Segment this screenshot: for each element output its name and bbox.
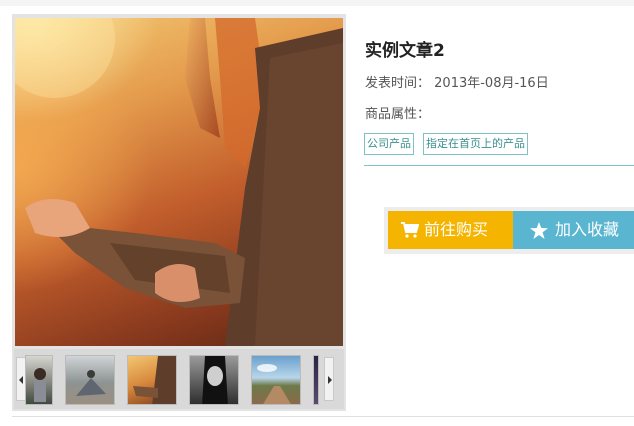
- thumbnail-next-button[interactable]: [324, 357, 334, 401]
- top-strip: [0, 0, 634, 6]
- tag-company-product[interactable]: 公司产品: [364, 133, 414, 155]
- add-favorite-label: 加入收藏: [555, 220, 620, 239]
- add-favorite-button[interactable]: 加入收藏: [513, 211, 634, 249]
- chevron-left-icon: [19, 376, 23, 384]
- thumbnail-1[interactable]: [25, 355, 53, 405]
- bottom-divider: [12, 416, 634, 417]
- cart-icon: [401, 222, 419, 238]
- thumbnail-6[interactable]: [313, 355, 319, 405]
- publish-date: 发表时间： 2013年-08月-16日: [365, 72, 549, 91]
- buy-button-label: 前往购买: [424, 220, 489, 239]
- thumbnail-2[interactable]: [65, 355, 115, 405]
- product-attributes-label: 商品属性：: [365, 107, 431, 122]
- thumbnail-3[interactable]: [127, 355, 177, 405]
- chevron-right-icon: [328, 376, 332, 384]
- star-icon: [530, 222, 548, 239]
- thumbnail-5[interactable]: [251, 355, 301, 405]
- buy-button[interactable]: 前往购买: [388, 211, 513, 249]
- article-title: 实例文章2: [365, 41, 445, 61]
- publish-date-label: 发表时间：: [365, 76, 431, 91]
- section-divider: [364, 165, 634, 166]
- publish-date-value: 2013年-08月-16日: [434, 76, 549, 91]
- main-product-image: [15, 18, 343, 346]
- thumbnail-4[interactable]: [189, 355, 239, 405]
- tag-homepage-featured[interactable]: 指定在首页上的产品: [423, 133, 528, 155]
